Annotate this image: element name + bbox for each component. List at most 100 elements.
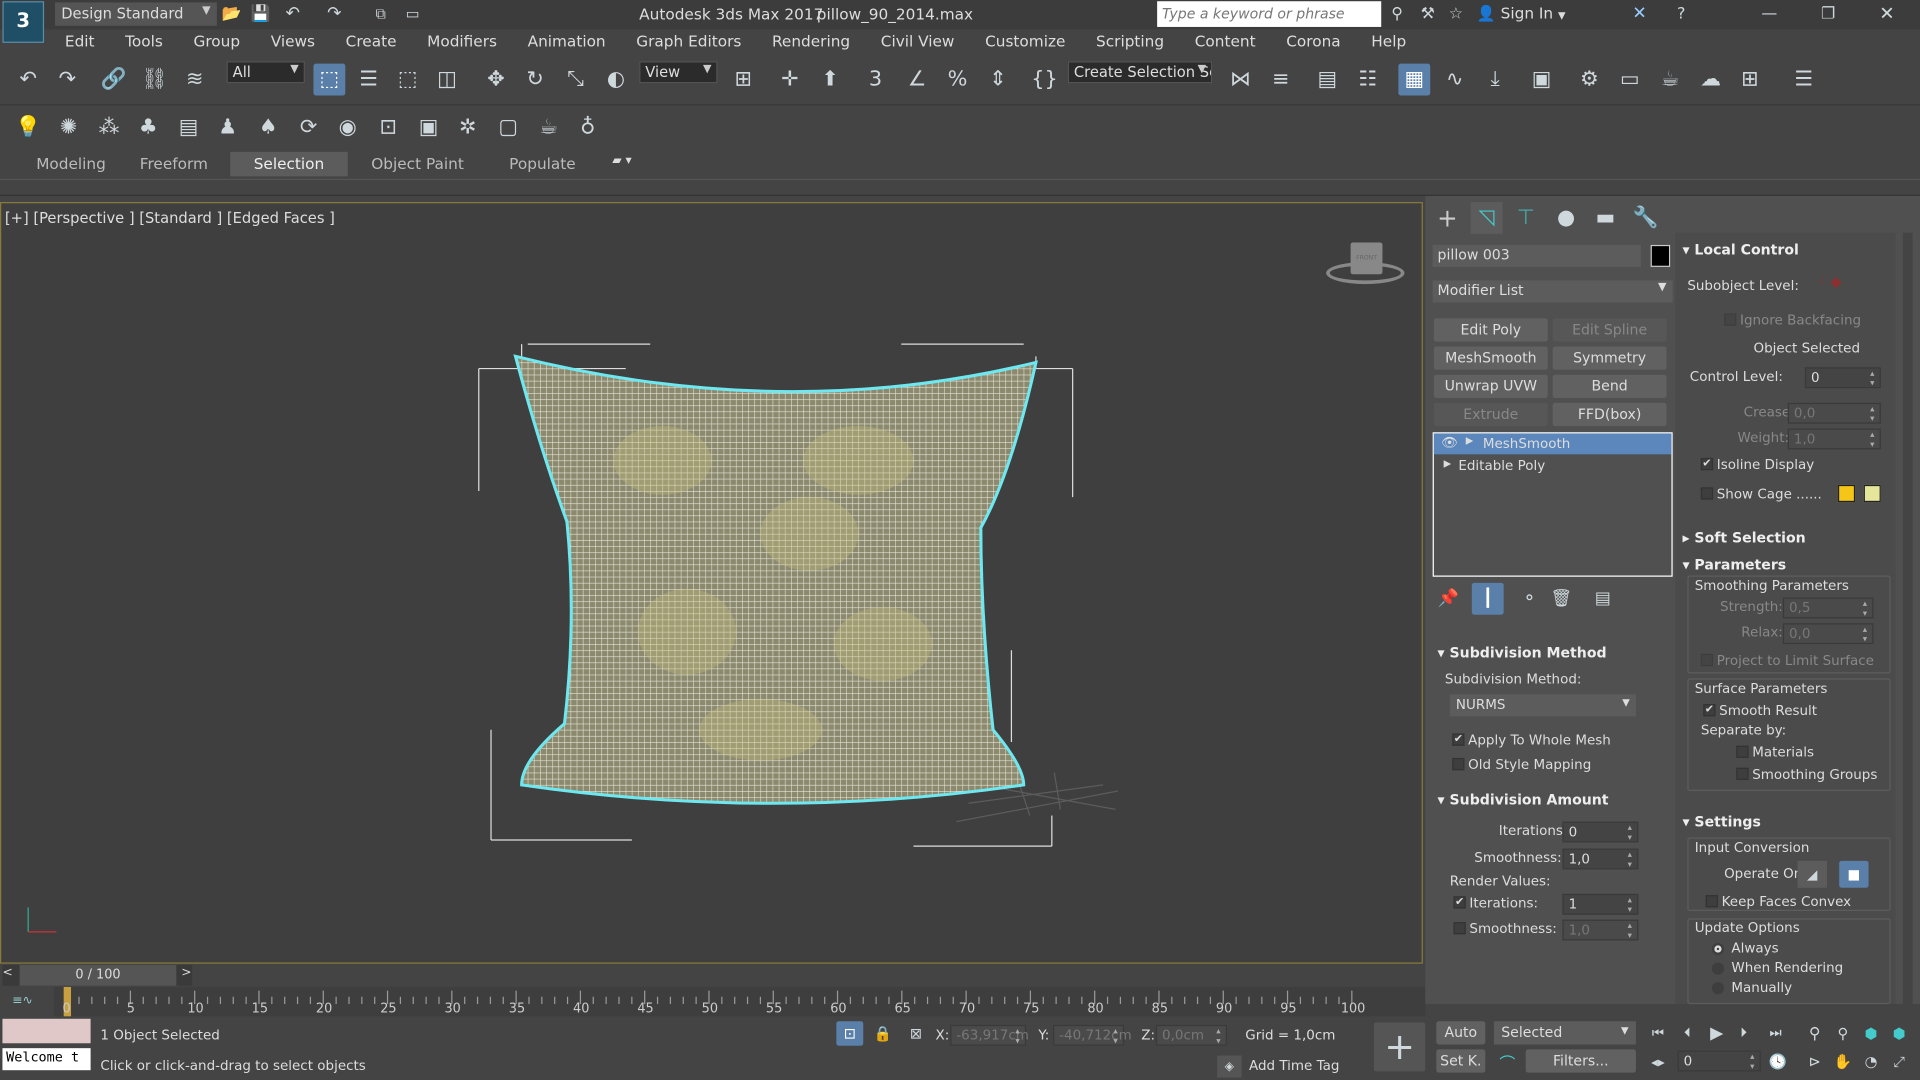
percent-snap-icon[interactable]: % (942, 64, 974, 96)
edit-named-selection-icon[interactable]: {} (1029, 64, 1061, 96)
scale-icon[interactable]: ⤡ (560, 64, 592, 96)
pin-stack-icon[interactable]: 📌 (1433, 583, 1465, 615)
time-tag-icon[interactable]: ◈ (1217, 1055, 1242, 1078)
close-button[interactable]: ✕ (1871, 0, 1903, 27)
grid-icon[interactable]: ⊡ (372, 111, 404, 143)
stack-item-editable-poly[interactable]: ▶ Editable Poly (1434, 456, 1672, 477)
materials-checkbox[interactable] (1736, 745, 1749, 758)
object-name-field[interactable]: pillow 003 (1432, 244, 1641, 267)
cage-color-swatch-2[interactable] (1863, 484, 1881, 503)
menu-customize[interactable]: Customize (967, 29, 1078, 53)
selection-filter-dropdown[interactable]: All ▼ (226, 61, 305, 84)
tab-selection[interactable]: Selection (230, 151, 348, 177)
next-frame-icon[interactable]: ⏵ (1731, 1021, 1755, 1045)
go-to-start-icon[interactable]: ⏮ (1646, 1021, 1670, 1045)
schematic-view-icon[interactable]: ⤓ (1479, 64, 1511, 96)
rectangular-selection-icon[interactable]: ⬚ (392, 64, 424, 96)
curve-editor-mini-icon[interactable]: ≡∿ (2, 989, 51, 1013)
keyboard-shortcut-icon[interactable]: ⬆ (814, 64, 846, 96)
add-time-tag-button[interactable]: Add Time Tag (1249, 1058, 1339, 1074)
modifier-list-dropdown[interactable]: Modifier List ▼ (1432, 280, 1673, 303)
field-of-view-icon[interactable]: ⊳ (1802, 1049, 1826, 1073)
modifier-button-meshsmooth[interactable]: MeshSmooth (1433, 346, 1548, 370)
menu-create[interactable]: Create (327, 29, 408, 53)
window-crossing-icon[interactable]: ◫ (431, 64, 463, 96)
isolate-selection-icon[interactable]: ⊡ (836, 1021, 864, 1046)
ignore-backfacing-checkbox[interactable] (1724, 313, 1737, 326)
rotate-icon[interactable]: ↻ (519, 64, 551, 96)
key-filter-dropdown[interactable]: Selected ▼ (1493, 1021, 1636, 1045)
smoothness-spinner[interactable]: 1,0 (1562, 848, 1639, 870)
a360-gallery-icon[interactable]: ⊞ (1734, 64, 1766, 96)
modifier-button-edit-spline[interactable]: Edit Spline (1552, 318, 1667, 342)
modifier-button-bend[interactable]: Bend (1552, 374, 1667, 398)
maxscript-listener-mini[interactable] (2, 1018, 91, 1044)
object-color-swatch[interactable] (1650, 244, 1671, 267)
folder-icon[interactable]: ▭ (399, 0, 426, 27)
render-smoothness-checkbox[interactable] (1453, 922, 1466, 935)
select-object-icon[interactable]: ⬚ (313, 63, 346, 96)
rollout-local-control[interactable]: ▾ Local Control (1682, 241, 1798, 258)
play-icon[interactable]: ▶ (1704, 1021, 1728, 1045)
expand-arrow-icon[interactable]: ▶ (1444, 458, 1452, 469)
show-cage-checkbox[interactable] (1700, 487, 1714, 500)
modifier-button-ffd-box-[interactable]: FFD(box) (1552, 402, 1667, 427)
reference-coordinate-dropdown[interactable]: View ▼ (639, 61, 718, 84)
light-icon[interactable]: 💡 (12, 111, 44, 143)
figure-icon[interactable]: ♟ (212, 111, 244, 143)
search-input[interactable]: Type a keyword or phrase (1157, 1, 1382, 27)
eye-icon[interactable]: 👁 (1441, 435, 1458, 451)
render-iterations-checkbox[interactable]: ✔ (1453, 896, 1466, 909)
move-icon[interactable]: ✥ (480, 64, 512, 96)
bulb-icon[interactable]: ♠ (252, 111, 284, 143)
next-frame-icon[interactable]: > (181, 966, 191, 979)
keep-faces-convex-checkbox[interactable] (1705, 895, 1718, 908)
unlink-icon[interactable]: ⛓ (138, 64, 170, 96)
make-unique-icon[interactable]: ⚬ (1513, 583, 1545, 615)
rendered-frame-window-icon[interactable]: ▭ (1614, 64, 1646, 96)
menu-corona[interactable]: Corona (1268, 29, 1353, 53)
hierarchy-tab-icon[interactable]: ⊤ (1510, 202, 1542, 234)
list-icon[interactable]: ▤ (173, 111, 205, 143)
maxscript-input[interactable]: Welcome t (2, 1048, 91, 1071)
render-production-icon[interactable]: ☕ (1654, 64, 1686, 96)
apply-whole-mesh-checkbox[interactable]: ✔ (1452, 733, 1465, 746)
smoothing-groups-checkbox[interactable] (1736, 767, 1749, 781)
viewcube-face[interactable]: FRONT (1350, 242, 1383, 275)
link-icon[interactable]: 🔗 (98, 64, 130, 96)
workspace-dropdown[interactable]: Design Standard ▼ (55, 2, 217, 26)
bind-space-warp-icon[interactable]: ≋ (179, 64, 211, 96)
key-filters-button[interactable]: Filters... (1525, 1049, 1636, 1073)
particles-icon[interactable]: ✲ (452, 111, 484, 143)
render-cloud-icon[interactable]: ☁ (1695, 64, 1727, 96)
zoom-icon[interactable]: ⚲ (1802, 1021, 1826, 1045)
x-coordinate-field[interactable]: -63,917cm (950, 1024, 1029, 1046)
set-key-mode-icon[interactable]: + (1373, 1022, 1426, 1072)
radio-always[interactable] (1711, 942, 1725, 956)
operate-on-triangles-button[interactable]: ◢ (1797, 860, 1827, 888)
remove-modifier-icon[interactable]: 🗑 (1545, 583, 1577, 615)
rollout-settings[interactable]: ▾ Settings (1682, 813, 1760, 830)
rollout-subdivision-amount[interactable]: ▾ Subdivision Amount (1438, 791, 1609, 808)
render-setup-icon[interactable]: ⚙ (1573, 64, 1605, 96)
angle-snap-icon[interactable]: ∠ (901, 64, 933, 96)
teapot-icon[interactable]: ☕ (533, 111, 565, 143)
select-by-name-icon[interactable]: ☰ (353, 64, 385, 96)
z-coordinate-field[interactable]: 0,0cm (1155, 1024, 1227, 1046)
render-smoothness-spinner[interactable]: 1,0 (1562, 919, 1639, 941)
help-icon[interactable]: ? (1668, 0, 1695, 27)
redo-icon[interactable]: ↷ (321, 0, 348, 27)
relax-spinner[interactable]: 0,0 (1782, 623, 1874, 645)
display-tab-icon[interactable]: ▬ (1589, 202, 1621, 234)
auto-key-button[interactable]: Auto (1436, 1021, 1486, 1045)
cage-color-swatch-1[interactable] (1837, 484, 1856, 503)
key-mode-toggle-icon[interactable]: ◂▸ (1646, 1049, 1670, 1073)
go-to-end-icon[interactable]: ⏭ (1763, 1021, 1787, 1045)
modifier-button-symmetry[interactable]: Symmetry (1552, 346, 1667, 370)
viewcube[interactable]: FRONT (1326, 240, 1405, 291)
old-style-mapping-checkbox[interactable] (1452, 757, 1465, 771)
project-limit-checkbox[interactable] (1700, 653, 1714, 667)
menu-scripting[interactable]: Scripting (1078, 29, 1177, 53)
menu-modifiers[interactable]: Modifiers (409, 29, 509, 53)
time-configuration-icon[interactable]: 🕓 (1766, 1049, 1790, 1073)
